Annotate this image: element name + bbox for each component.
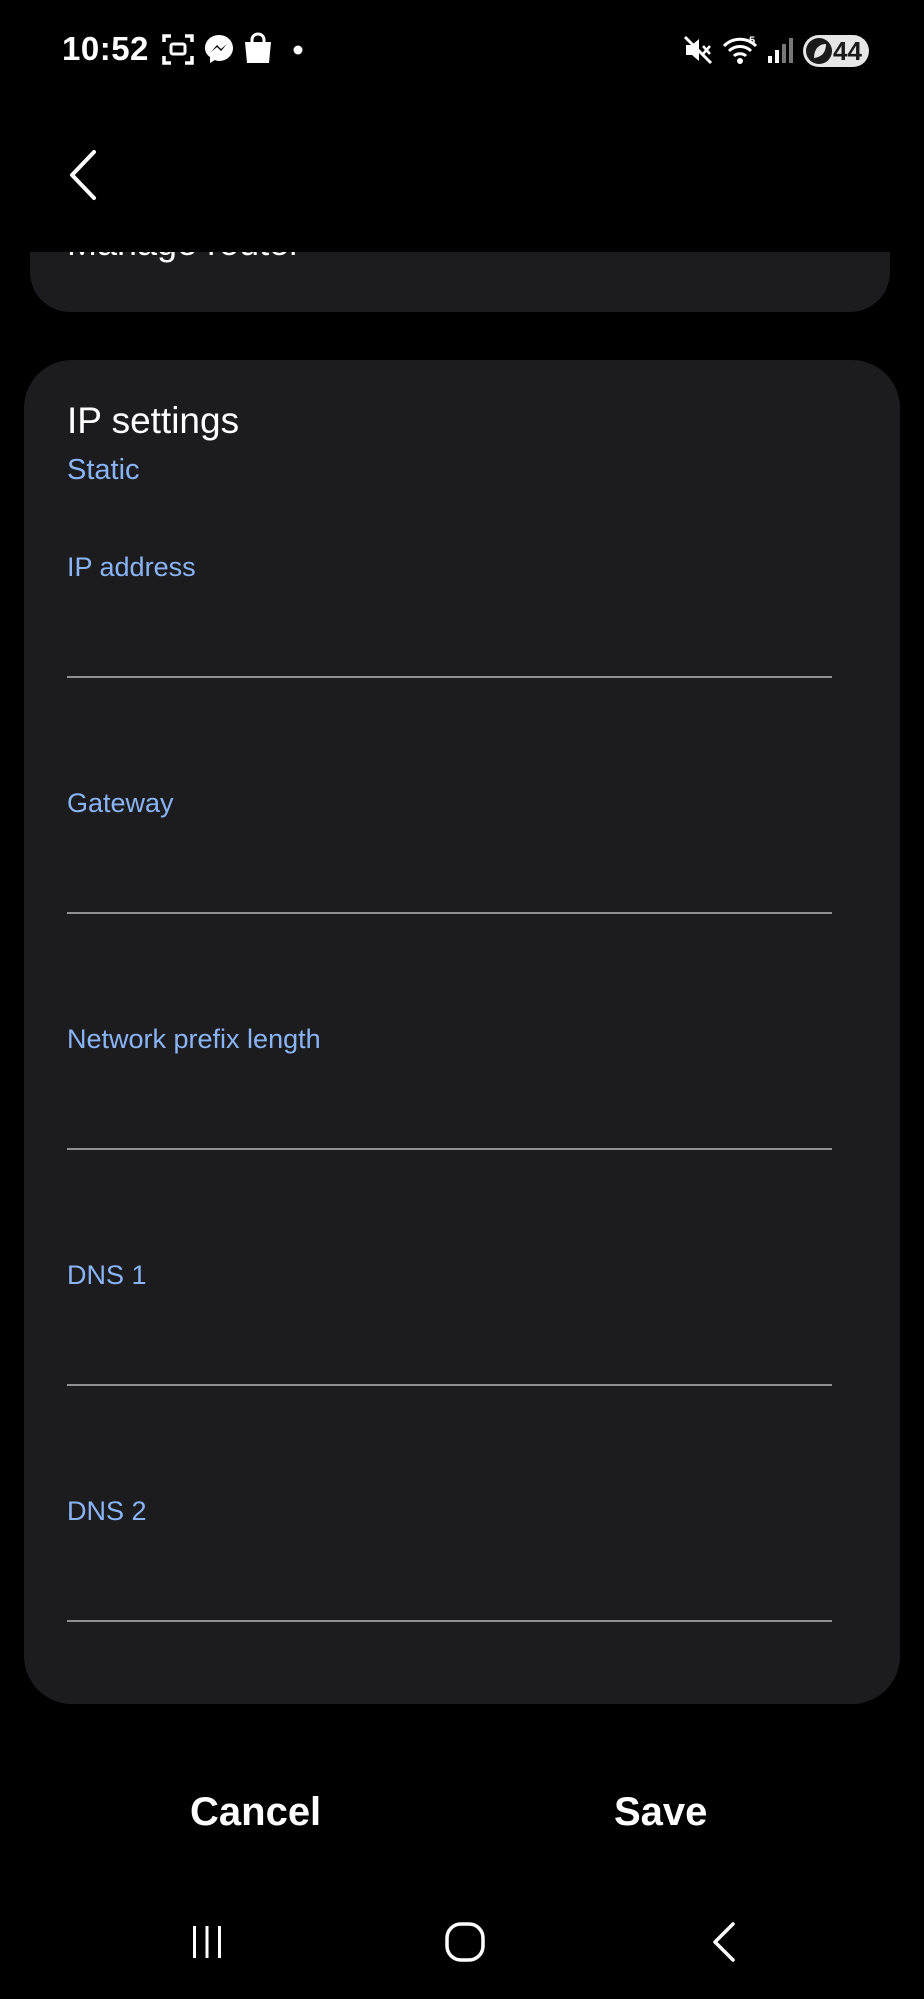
- home-button[interactable]: [430, 1920, 500, 1980]
- network-prefix-length-underline: [67, 1148, 832, 1150]
- back-icon: [690, 1920, 760, 1964]
- navigation-bar: [0, 1900, 924, 1999]
- gateway-field: Gateway: [67, 788, 832, 938]
- dns1-input[interactable]: [67, 1312, 832, 1366]
- signal-icon: [766, 36, 794, 64]
- dns1-field: DNS 1: [67, 1260, 832, 1410]
- network-prefix-length-label: Network prefix length: [67, 1024, 321, 1054]
- manage-router-label: Manage router: [67, 252, 301, 264]
- messenger-icon: [202, 32, 236, 66]
- gateway-label: Gateway: [67, 788, 174, 818]
- nav-back-button[interactable]: [690, 1920, 760, 1980]
- chevron-left-icon: [56, 150, 116, 214]
- manage-router-item[interactable]: Manage router: [30, 252, 890, 312]
- dns2-label: DNS 2: [67, 1496, 147, 1526]
- gateway-input[interactable]: [67, 840, 832, 894]
- save-button[interactable]: Save: [614, 1790, 707, 1835]
- dns1-label: DNS 1: [67, 1260, 147, 1290]
- dns2-underline: [67, 1620, 832, 1622]
- ip-address-underline: [67, 676, 832, 678]
- dns2-field: DNS 2: [67, 1496, 832, 1646]
- recents-button[interactable]: [172, 1920, 242, 1980]
- status-bar: 10:52 5 44: [0, 0, 924, 100]
- svg-text:5: 5: [749, 35, 755, 47]
- back-button[interactable]: [56, 140, 116, 210]
- gateway-underline: [67, 912, 832, 914]
- battery-level: 44: [833, 36, 862, 66]
- ip-address-label: IP address: [67, 552, 196, 582]
- dns1-underline: [67, 1384, 832, 1386]
- network-prefix-length-field: Network prefix length: [67, 1024, 832, 1174]
- dot-icon: [293, 45, 303, 55]
- ip-address-field: IP address: [67, 552, 832, 702]
- status-time: 10:52: [62, 30, 149, 67]
- ip-settings-title[interactable]: IP settings: [67, 400, 239, 442]
- network-prefix-length-input[interactable]: [67, 1076, 832, 1130]
- ip-settings-mode[interactable]: Static: [67, 454, 140, 487]
- wifi-icon: 5: [722, 34, 760, 66]
- screenshot-icon: [161, 32, 195, 66]
- battery-icon: 44: [803, 35, 869, 67]
- cancel-button[interactable]: Cancel: [190, 1790, 321, 1835]
- recents-icon: [172, 1920, 242, 1964]
- dns2-input[interactable]: [67, 1548, 832, 1602]
- home-icon: [430, 1920, 500, 1964]
- shopping-bag-icon: [242, 32, 274, 66]
- mute-icon: [682, 34, 714, 66]
- battery-charging-icon: [806, 38, 832, 64]
- ip-address-input[interactable]: [67, 604, 832, 658]
- ip-settings-card: IP settings Static IP address Gateway Ne…: [24, 360, 900, 1704]
